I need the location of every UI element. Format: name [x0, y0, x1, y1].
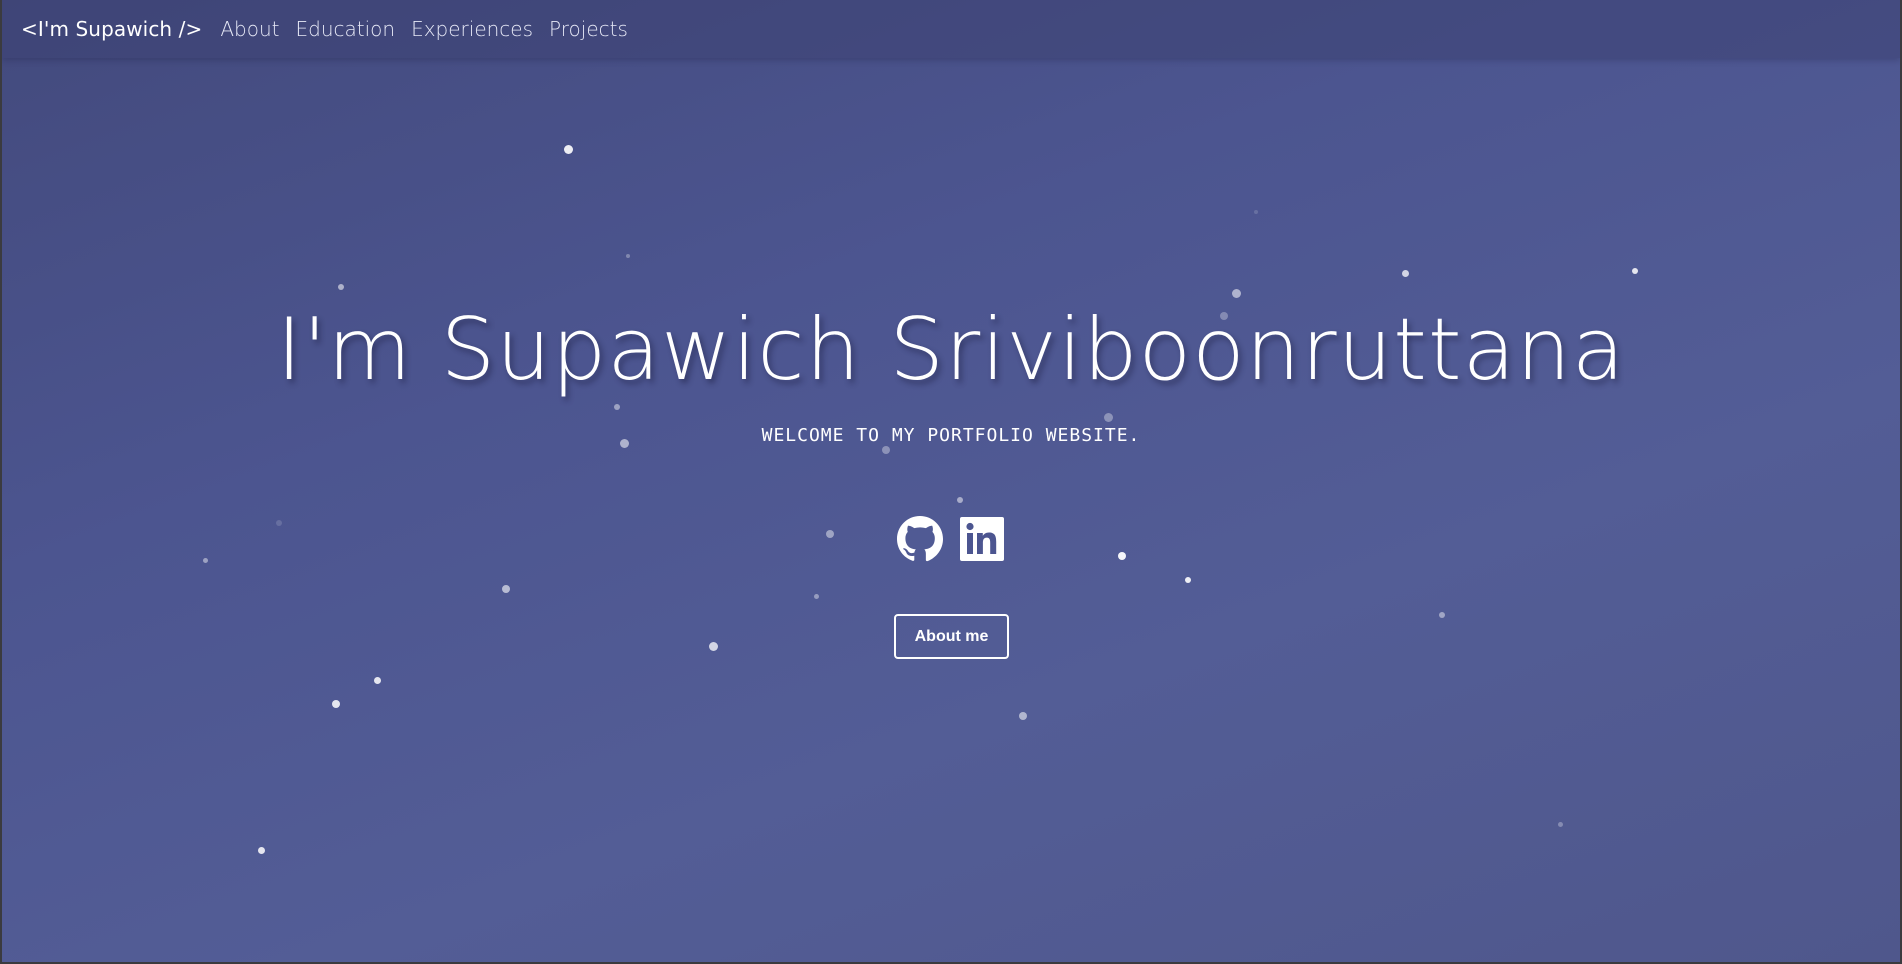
page-frame: <I'm Supawich /> About Education Experie… — [2, 0, 1900, 962]
hero-title: I'm Supawich Sriviboonruttana — [276, 300, 1626, 400]
social-links — [2, 515, 1900, 563]
particle — [814, 594, 819, 599]
particle — [332, 700, 340, 708]
hero-subtitle: WELCOME TO MY PORTFOLIO WEBSITE. — [761, 425, 1141, 446]
particle — [1104, 413, 1113, 422]
nav-link-projects[interactable]: Projects — [549, 17, 628, 41]
particle — [1632, 268, 1638, 274]
particle — [1402, 270, 1409, 277]
particle — [1232, 289, 1241, 298]
linkedin-icon — [960, 517, 1004, 561]
nav-link-about[interactable]: About — [220, 17, 279, 41]
particle — [1558, 822, 1563, 827]
particle — [502, 585, 510, 593]
linkedin-link[interactable] — [958, 515, 1006, 563]
particle — [258, 847, 265, 854]
particle — [709, 642, 718, 651]
navbar: <I'm Supawich /> About Education Experie… — [2, 0, 1900, 58]
github-link[interactable] — [896, 515, 944, 563]
particle — [882, 446, 890, 454]
particle — [338, 284, 344, 290]
nav-link-education[interactable]: Education — [296, 17, 396, 41]
github-icon — [897, 516, 943, 562]
brand-link[interactable]: <I'm Supawich /> — [21, 17, 202, 41]
particle — [564, 145, 573, 154]
particle — [1254, 210, 1258, 214]
particle — [626, 254, 630, 258]
particle — [1185, 577, 1191, 583]
particle — [614, 404, 620, 410]
particle — [1019, 712, 1027, 720]
about-me-button[interactable]: About me — [894, 614, 1009, 659]
particle — [1439, 612, 1445, 618]
particle — [957, 497, 963, 503]
nav-link-experiences[interactable]: Experiences — [411, 17, 533, 41]
particle — [374, 677, 381, 684]
